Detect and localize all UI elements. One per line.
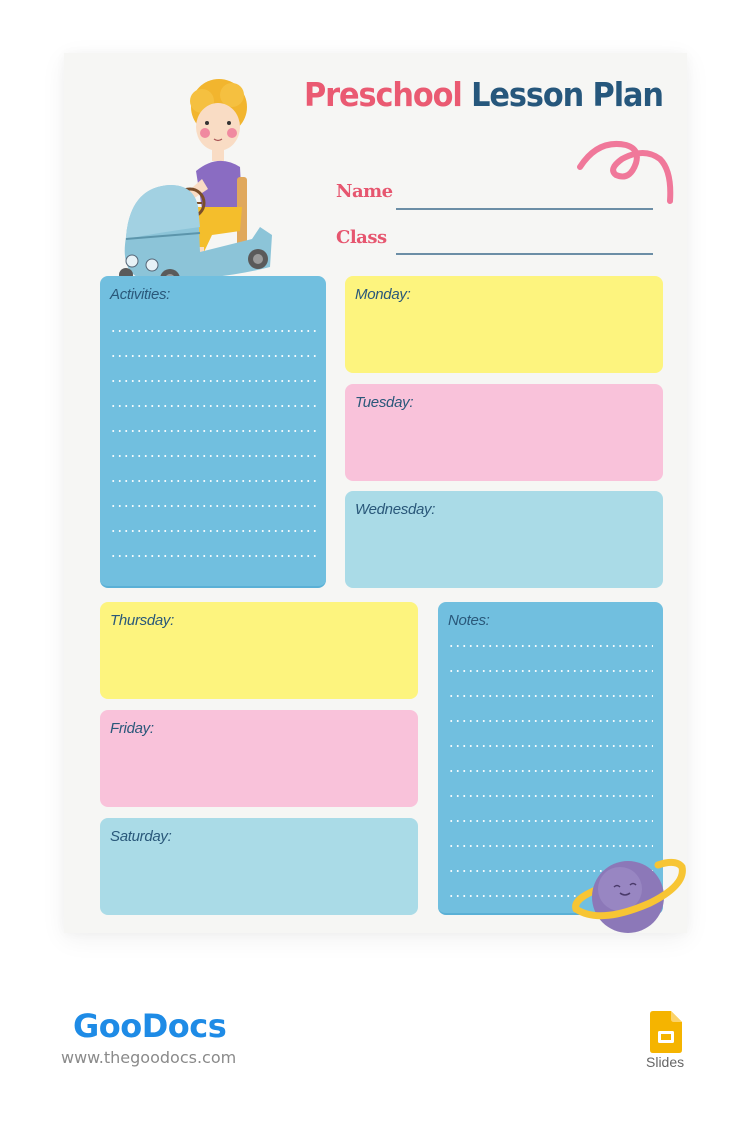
dotted-line bbox=[110, 530, 316, 532]
class-label: Class bbox=[336, 227, 387, 248]
dotted-line bbox=[448, 770, 653, 772]
dotted-line bbox=[110, 330, 316, 332]
dotted-line bbox=[110, 505, 316, 507]
smiling-planet-illustration bbox=[572, 858, 686, 933]
name-input-line[interactable] bbox=[396, 208, 653, 210]
pink-ribbon-squiggle bbox=[577, 141, 674, 204]
dotted-line bbox=[110, 355, 316, 357]
notes-label: Notes: bbox=[448, 612, 490, 629]
tuesday-card[interactable]: Tuesday: bbox=[345, 384, 663, 481]
activities-label: Activities: bbox=[110, 286, 171, 303]
dotted-line bbox=[110, 455, 316, 457]
google-slides-icon[interactable] bbox=[650, 1011, 682, 1053]
goodocs-url[interactable]: www.thegoodocs.com bbox=[61, 1048, 236, 1067]
title-part-2: Lesson Plan bbox=[471, 75, 664, 114]
dotted-line bbox=[448, 795, 653, 797]
name-label: Name bbox=[336, 181, 393, 202]
tuesday-label: Tuesday: bbox=[355, 394, 414, 411]
dotted-line bbox=[110, 405, 316, 407]
friday-label: Friday: bbox=[110, 720, 154, 737]
thursday-label: Thursday: bbox=[110, 612, 174, 629]
monday-label: Monday: bbox=[355, 286, 411, 303]
dotted-line bbox=[110, 430, 316, 432]
friday-card[interactable]: Friday: bbox=[100, 710, 418, 807]
dotted-line bbox=[448, 845, 653, 847]
monday-card[interactable]: Monday: bbox=[345, 276, 663, 373]
slides-label: Slides bbox=[646, 1054, 685, 1070]
boy-in-car-illustration bbox=[119, 79, 272, 289]
saturday-card[interactable]: Saturday: bbox=[100, 818, 418, 915]
dotted-line bbox=[448, 745, 653, 747]
dotted-line bbox=[110, 480, 316, 482]
dotted-line bbox=[448, 670, 653, 672]
dotted-line bbox=[110, 380, 316, 382]
dotted-line bbox=[448, 720, 653, 722]
lesson-plan-page: Preschool Lesson Plan Name Class Activit… bbox=[64, 53, 687, 933]
goodocs-logo[interactable]: GooDocs bbox=[73, 1007, 227, 1045]
wednesday-card[interactable]: Wednesday: bbox=[345, 491, 663, 588]
page-title: Preschool Lesson Plan bbox=[304, 75, 664, 114]
saturday-label: Saturday: bbox=[110, 828, 172, 845]
dotted-line bbox=[448, 820, 653, 822]
activities-card[interactable]: Activities: bbox=[100, 276, 326, 588]
thursday-card[interactable]: Thursday: bbox=[100, 602, 418, 699]
class-input-line[interactable] bbox=[396, 253, 653, 255]
wednesday-label: Wednesday: bbox=[355, 501, 436, 518]
title-part-1: Preschool bbox=[304, 75, 463, 114]
dotted-line bbox=[448, 695, 653, 697]
dotted-line bbox=[448, 645, 653, 647]
dotted-line bbox=[110, 555, 316, 557]
